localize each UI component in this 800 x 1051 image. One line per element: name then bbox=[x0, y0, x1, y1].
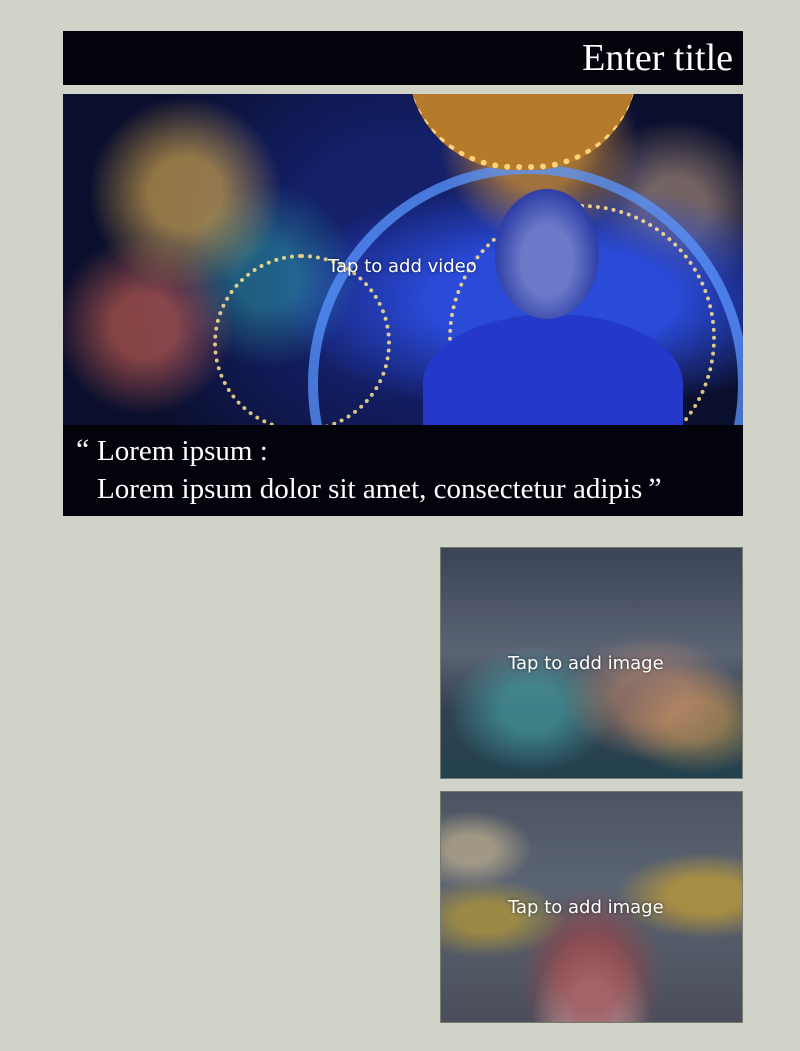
performer-face bbox=[495, 189, 599, 319]
close-quote-mark: ” bbox=[648, 472, 662, 505]
image-tap-label: Tap to add image bbox=[508, 897, 664, 918]
open-quote-mark: “ bbox=[76, 433, 90, 466]
caption-line-1: Lorem ipsum : bbox=[97, 435, 268, 467]
video-placeholder[interactable]: Tap to add video bbox=[63, 94, 743, 425]
caption-line-2-text: Lorem ipsum dolor sit amet, consectetur … bbox=[97, 473, 643, 505]
image-placeholder-2[interactable]: Tap to add image bbox=[440, 791, 743, 1023]
light-dots-decoration bbox=[213, 254, 391, 425]
caption-line-2: Lorem ipsum dolor sit amet, consectetur … bbox=[97, 470, 743, 508]
image-tap-label: Tap to add image bbox=[508, 653, 664, 674]
title-bar[interactable]: Enter title bbox=[63, 31, 743, 85]
video-tap-label: Tap to add video bbox=[328, 256, 477, 277]
image-placeholder-1[interactable]: Tap to add image bbox=[440, 547, 743, 779]
quote-caption[interactable]: “ Lorem ipsum : Lorem ipsum dolor sit am… bbox=[63, 425, 743, 516]
page-title[interactable]: Enter title bbox=[582, 39, 733, 77]
moon-decoration bbox=[408, 94, 638, 170]
